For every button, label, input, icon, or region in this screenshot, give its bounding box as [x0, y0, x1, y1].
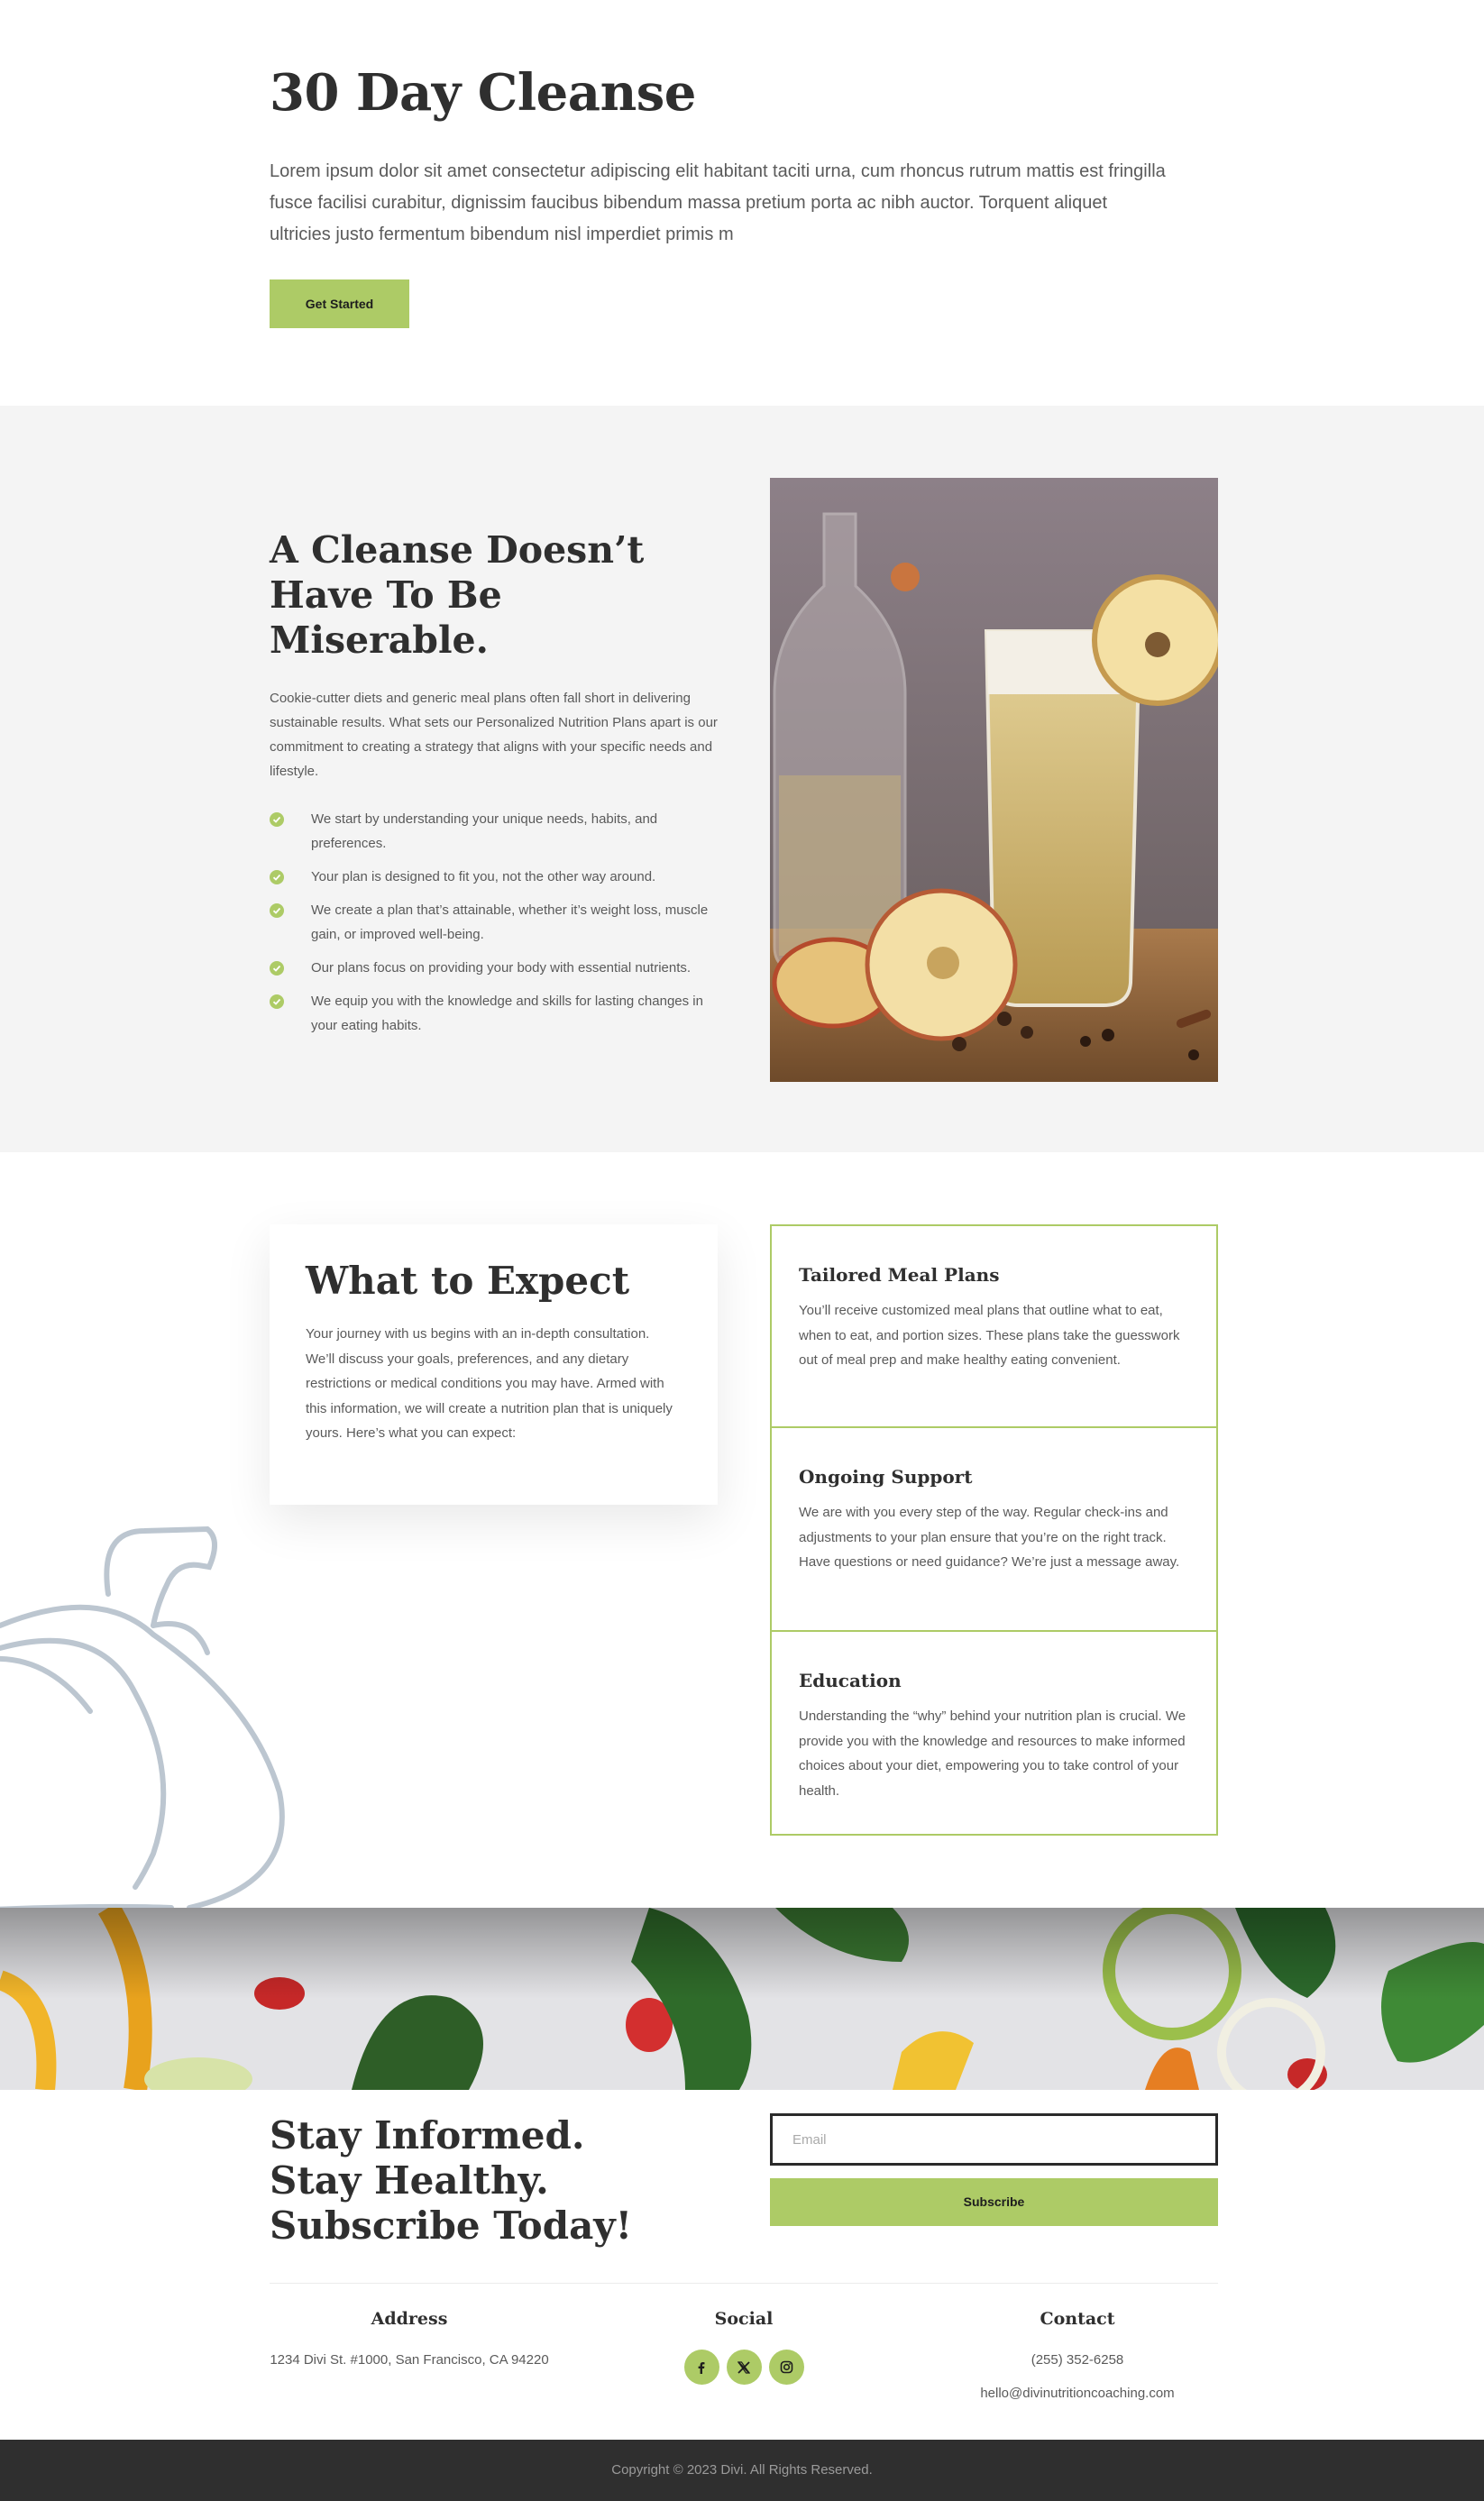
hero-section: 30 Day Cleanse Lorem ipsum dolor sit ame… — [0, 0, 1484, 406]
cider-drink-image — [770, 478, 1218, 1082]
cleanse-title: A Cleanse Doesn’t Have To Be Miserable. — [270, 528, 645, 662]
vegetables-banner-image — [0, 1908, 1484, 2090]
feature-text: Understanding the “why” behind your nutr… — [799, 1709, 1186, 1799]
get-started-button[interactable]: Get Started — [270, 279, 409, 329]
feature-title: Ongoing Support — [799, 1466, 973, 1488]
feature-text: You’ll receive customized meal plans tha… — [799, 1303, 1180, 1368]
hero-content: 30 Day Cleanse Lorem ipsum dolor sit ame… — [270, 63, 1171, 329]
footer-bar: Copyright © 2023 Divi. All Rights Reserv… — [0, 2440, 1484, 2501]
checklist-text: Your plan is designed to fit you, not th… — [311, 869, 656, 884]
feature-card: Education Understanding the “why” behind… — [770, 1632, 1218, 1836]
contact-email[interactable]: hello@divinutritioncoaching.com — [938, 2381, 1217, 2406]
checklist-text: Our plans focus on providing your body w… — [311, 960, 692, 976]
hero-title: 30 Day Cleanse — [270, 63, 696, 123]
facebook-icon[interactable] — [683, 2350, 719, 2385]
contact-phone[interactable]: (255) 352-6258 — [938, 2348, 1217, 2373]
feature-text: We are with you every step of the way. R… — [799, 1505, 1180, 1570]
cleanse-intro: Cookie-cutter diets and generic meal pla… — [270, 691, 718, 779]
expect-card: What to Expect Your journey with us begi… — [270, 1224, 718, 1505]
address-title: Address — [371, 2309, 448, 2329]
checklist-item: Your plan is designed to fit you, not th… — [270, 865, 720, 889]
address-column: Address 1234 Divi St. #1000, San Francis… — [270, 2306, 549, 2373]
divider — [270, 2283, 1218, 2284]
check-circle-icon — [270, 903, 284, 918]
page: 30 Day Cleanse Lorem ipsum dolor sit ame… — [0, 0, 1484, 2501]
feature-card: Ongoing Support We are with you every st… — [770, 1428, 1218, 1632]
checklist-item: We create a plan that’s attainable, whet… — [270, 898, 720, 947]
contact-column: Contact (255) 352-6258 hello@divinutriti… — [938, 2306, 1217, 2406]
expect-section: What to Expect Your journey with us begi… — [0, 1152, 1484, 1908]
expect-title: What to Expect — [306, 1259, 630, 1303]
cleanse-checklist: We start by understanding your unique ne… — [270, 807, 720, 1038]
checklist-text: We equip you with the knowledge and skil… — [311, 994, 703, 1033]
checklist-item: Our plans focus on providing your body w… — [270, 956, 720, 980]
subscribe-button[interactable]: Subscribe — [770, 2178, 1218, 2226]
check-circle-icon — [270, 812, 284, 827]
checklist-text: We start by understanding your unique ne… — [311, 811, 658, 851]
instagram-icon[interactable] — [768, 2350, 804, 2385]
contact-title: Contact — [1040, 2309, 1115, 2329]
subscribe-section: Stay Informed. Stay Healthy. Subscribe T… — [0, 2090, 1484, 2440]
checklist-text: We create a plan that’s attainable, whet… — [311, 902, 709, 942]
checklist-item: We equip you with the knowledge and skil… — [270, 989, 720, 1038]
check-circle-icon — [270, 994, 284, 1009]
social-title: Social — [714, 2309, 774, 2329]
email-field[interactable] — [770, 2113, 1218, 2166]
feature-title: Education — [799, 1670, 902, 1691]
feature-card: Tailored Meal Plans You’ll receive custo… — [770, 1224, 1218, 1428]
hero-body: Lorem ipsum dolor sit amet consectetur a… — [270, 161, 1166, 245]
subscribe-title: Stay Informed. Stay Healthy. Subscribe T… — [270, 2113, 633, 2248]
check-circle-icon — [270, 870, 284, 884]
feature-list: Tailored Meal Plans You’ll receive custo… — [770, 1224, 1218, 1836]
social-column: Social — [604, 2306, 884, 2385]
checklist-item: We start by understanding your unique ne… — [270, 807, 720, 856]
social-links — [604, 2350, 884, 2385]
x-twitter-icon[interactable] — [726, 2350, 762, 2385]
pumpkin-illustration — [0, 1525, 285, 1908]
copyright-text: Copyright © 2023 Divi. All Rights Reserv… — [611, 2462, 873, 2478]
cleanse-content: A Cleanse Doesn’t Have To Be Miserable. … — [270, 527, 720, 1047]
feature-title: Tailored Meal Plans — [799, 1264, 1000, 1286]
cleanse-section: A Cleanse Doesn’t Have To Be Miserable. … — [0, 406, 1484, 1152]
check-circle-icon — [270, 961, 284, 976]
expect-body: Your journey with us begins with an in-d… — [306, 1326, 673, 1441]
address-text: 1234 Divi St. #1000, San Francisco, CA 9… — [270, 2352, 549, 2368]
